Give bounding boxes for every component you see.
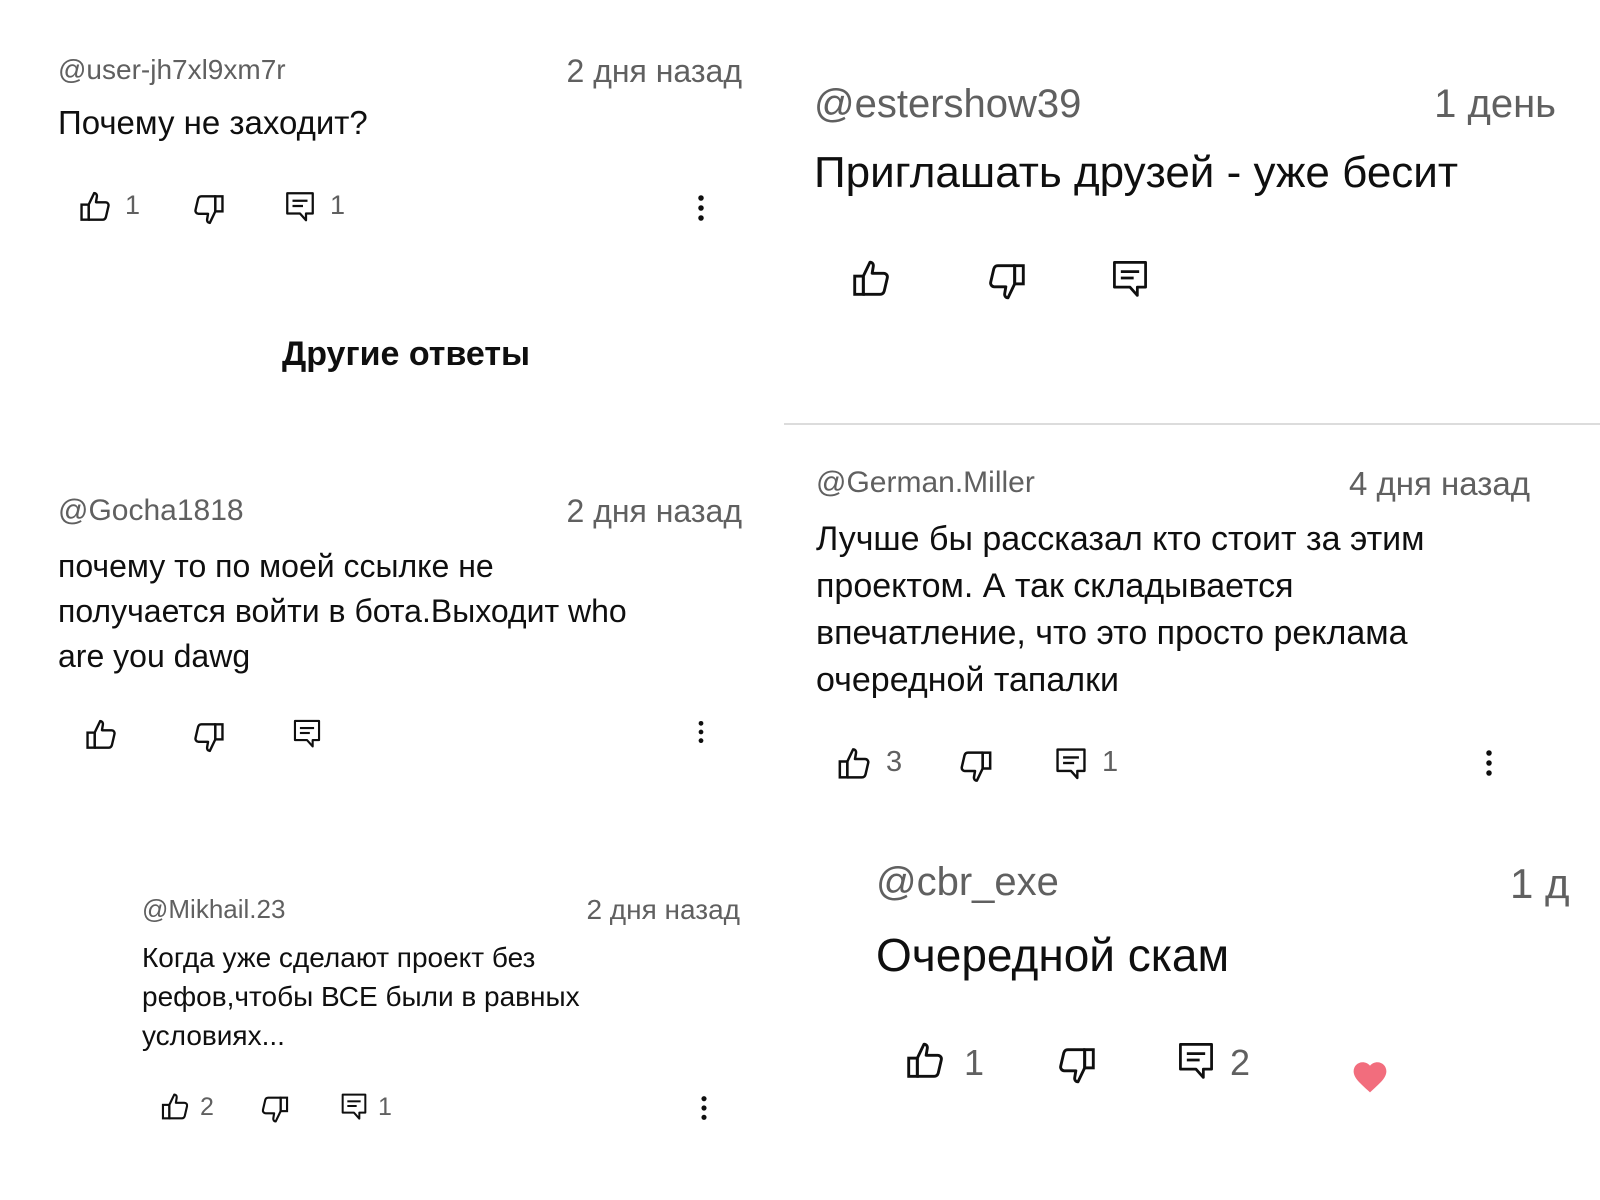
comment-text: почему то по моей ссылке не получается в… (58, 544, 627, 679)
like-count: 1 (125, 190, 141, 220)
thumbs-down-icon[interactable] (1054, 1042, 1100, 1088)
more-vertical-icon[interactable] (690, 1088, 718, 1128)
comment-text: Почему не заходит? (58, 104, 368, 141)
like-count: 2 (200, 1093, 214, 1121)
comment-line: впечатление, что это просто реклама (816, 614, 1408, 652)
like-count: 1 (964, 1042, 985, 1083)
comment-icon[interactable] (338, 1090, 370, 1122)
reply-count: 1 (1102, 746, 1119, 778)
thumbs-down-icon[interactable] (956, 746, 996, 786)
comment-author[interactable]: @cbr_exe (876, 860, 1059, 905)
comment-timestamp: 4 дня назад (1349, 465, 1530, 502)
comment-line: очередной тапалки (816, 661, 1119, 699)
thumbs-down-icon[interactable] (984, 258, 1030, 304)
comment-text: Очередной скам (876, 929, 1230, 981)
thumbs-down-icon[interactable] (190, 718, 228, 756)
thumbs-up-icon[interactable] (848, 256, 894, 302)
reply-card: @Mikhail.23 2 дня назад Когда уже сделаю… (0, 880, 780, 1180)
thumbs-up-icon[interactable] (82, 716, 120, 754)
comment-text: Лучше бы рассказал кто стоит за этим про… (816, 516, 1425, 704)
comment-card: @estershow39 1 день Приглашать друзей - … (784, 0, 1600, 420)
reply-count: 1 (330, 190, 346, 220)
more-vertical-icon[interactable] (688, 714, 714, 750)
comment-text: Приглашать друзей - уже бесит (814, 148, 1459, 197)
comment-timestamp: 1 д (1510, 860, 1570, 907)
comment-line: Лучше бы рассказал кто стоит за этим (816, 520, 1425, 558)
comment-timestamp: 2 дня назад (566, 53, 743, 89)
thumbs-down-icon[interactable] (190, 190, 228, 228)
comment-line: условиях... (142, 1020, 285, 1051)
thumbs-up-icon[interactable] (76, 188, 114, 226)
like-count: 3 (886, 746, 903, 778)
more-vertical-icon[interactable] (686, 187, 716, 229)
heart-icon (1350, 1058, 1390, 1094)
thumbs-up-icon[interactable] (902, 1038, 948, 1084)
comment-card: @user-jh7xl9xm7r 2 дня назад Почему не з… (0, 0, 780, 260)
divider (784, 423, 1600, 425)
comment-timestamp: 1 день (1434, 82, 1556, 126)
comment-line: проектом. А так складывается (816, 567, 1294, 605)
comment-icon[interactable] (1052, 744, 1090, 782)
comment-icon[interactable] (1108, 256, 1152, 300)
more-vertical-icon[interactable] (1474, 742, 1504, 784)
reply-count: 1 (378, 1093, 392, 1121)
comment-card: @German.Miller 4 дня назад Лучше бы расс… (784, 440, 1600, 820)
comment-author[interactable]: @user-jh7xl9xm7r (58, 54, 286, 86)
comment-author[interactable]: @estershow39 (814, 82, 1081, 127)
comment-line: рефов,чтобы ВСЕ были в равных (142, 981, 580, 1012)
thumbs-up-icon[interactable] (834, 744, 874, 784)
comment-icon[interactable] (1174, 1038, 1218, 1082)
thumbs-down-icon[interactable] (258, 1092, 292, 1126)
comment-card: @Gocha1818 2 дня назад почему то по моей… (0, 480, 780, 780)
comment-icon[interactable] (282, 188, 318, 224)
comment-timestamp: 2 дня назад (566, 493, 743, 529)
comment-icon[interactable] (290, 716, 324, 750)
comment-text: Когда уже сделают проект без рефов,чтобы… (142, 938, 580, 1055)
other-replies-button[interactable]: Другие ответы (282, 335, 530, 374)
comment-author[interactable]: @German.Miller (816, 466, 1035, 500)
comment-card: @cbr_exe 1 д Очередной скам 1 2 (784, 840, 1600, 1200)
reply-count: 2 (1230, 1042, 1251, 1083)
thumbs-up-icon[interactable] (158, 1090, 192, 1124)
comment-author[interactable]: @Gocha1818 (58, 494, 244, 528)
comment-author[interactable]: @Mikhail.23 (142, 894, 285, 925)
comment-line: получается войти в бота.Выходит who (58, 593, 627, 629)
comment-line: почему то по моей ссылке не (58, 548, 494, 584)
comment-line: Когда уже сделают проект без (142, 942, 536, 973)
comment-line: are you dawg (58, 638, 251, 674)
comment-timestamp: 2 дня назад (586, 894, 740, 925)
